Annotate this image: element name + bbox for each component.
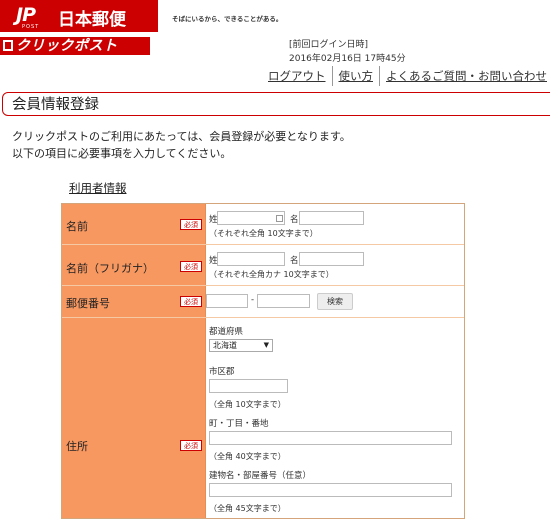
address-label-cell: 住所 必須 xyxy=(62,318,206,518)
building-label: 建物名・部屋番号（任意） xyxy=(209,471,312,481)
city-note: （全角 10文字まで） xyxy=(209,400,286,409)
clickpost-icon xyxy=(3,40,13,51)
last-login: [前回ログイン日時] 2016年02月16日 17時45分 xyxy=(289,38,406,66)
intro-text: クリックポストのご利用にあたっては、会員登録が必要となります。 以下の項目に必要… xyxy=(12,128,351,162)
intro-line-2: 以下の項目に必要事項を入力してください。 xyxy=(12,147,232,160)
postal-fields: - 検索 xyxy=(206,286,464,317)
name-note: （それぞれ全角 10文字まで） xyxy=(209,229,318,238)
postal-code-part2[interactable] xyxy=(257,294,310,308)
required-badge: 必須 xyxy=(180,296,202,307)
clickpost-logo[interactable]: クリックポスト xyxy=(0,37,150,55)
brand-name: 日本郵便 xyxy=(58,10,126,30)
town-label: 町・丁目・番地 xyxy=(209,419,269,429)
chevron-down-icon: ▼ xyxy=(263,341,269,349)
intro-line-1: クリックポストのご利用にあたっては、会員登録が必要となります。 xyxy=(12,130,351,143)
building-input[interactable] xyxy=(209,483,452,497)
last-login-value: 2016年02月16日 17時45分 xyxy=(289,54,406,64)
name-fields: 姓 名 （それぞれ全角 10文字まで） xyxy=(206,204,464,244)
name-mei-input[interactable] xyxy=(299,211,364,225)
postal-search-button[interactable]: 検索 xyxy=(317,293,353,310)
page-title: 会員情報登録 xyxy=(12,97,99,113)
town-note: （全角 40文字まで） xyxy=(209,452,286,461)
building-note: （全角 45文字まで） xyxy=(209,504,286,513)
mei-label: 名 xyxy=(290,215,299,225)
address-label: 住所 xyxy=(66,440,88,453)
address-fields: 都道府県 北海道 ▼ 市区郡 （全角 10文字まで） 町・丁目・番地 （全角 4… xyxy=(206,318,464,518)
postal-separator: - xyxy=(251,295,255,305)
name-label: 名前 xyxy=(66,220,88,233)
required-badge: 必須 xyxy=(180,261,202,272)
top-nav: ログアウト 使い方 よくあるご質問・お問い合わせ xyxy=(268,66,550,86)
registration-form: 名前 必須 姓 名 （それぞれ全角 10文字まで） 名前（フリガナ） 必須 姓 … xyxy=(61,203,465,519)
faq-link[interactable]: よくあるご質問・お問い合わせ xyxy=(379,66,550,86)
howto-link[interactable]: 使い方 xyxy=(331,66,380,86)
tagline: そばにいるから、できることがある。 xyxy=(172,15,283,23)
jp-post-text: POST xyxy=(22,24,40,30)
page-title-box: 会員情報登録 xyxy=(2,92,550,116)
postal-row: 郵便番号 必須 - 検索 xyxy=(62,286,464,318)
city-input[interactable] xyxy=(209,379,288,393)
city-label: 市区郡 xyxy=(209,367,235,377)
kana-label: 名前（フリガナ） xyxy=(66,262,154,275)
kana-sei-input[interactable] xyxy=(217,252,285,266)
postal-label-cell: 郵便番号 必須 xyxy=(62,286,206,317)
kana-mei-input[interactable] xyxy=(299,252,364,266)
name-sei-input[interactable] xyxy=(217,211,285,225)
input-helper-icon xyxy=(276,215,283,222)
required-badge: 必須 xyxy=(180,219,202,230)
prefecture-value: 北海道 xyxy=(213,341,237,350)
prefecture-select[interactable]: 北海道 ▼ xyxy=(209,339,273,352)
kana-mei-label: 名 xyxy=(290,256,299,266)
required-badge: 必須 xyxy=(180,440,202,451)
last-login-label: [前回ログイン日時] xyxy=(289,40,369,50)
section-title: 利用者情報 xyxy=(69,181,127,195)
clickpost-logo-text: クリックポスト xyxy=(16,38,118,54)
kana-label-cell: 名前（フリガナ） 必須 xyxy=(62,245,206,285)
kana-row: 名前（フリガナ） 必須 姓 名 （それぞれ全角カナ 10文字まで） xyxy=(62,245,464,286)
logout-link[interactable]: ログアウト xyxy=(268,66,332,86)
postal-code-part1[interactable] xyxy=(206,294,248,308)
kana-note: （それぞれ全角カナ 10文字まで） xyxy=(209,270,334,279)
jp-mark: JP xyxy=(16,4,36,26)
kana-fields: 姓 名 （それぞれ全角カナ 10文字まで） xyxy=(206,245,464,285)
name-label-cell: 名前 必須 xyxy=(62,204,206,244)
postal-label: 郵便番号 xyxy=(66,297,110,310)
town-input[interactable] xyxy=(209,431,452,445)
japan-post-logo[interactable]: JP POST 日本郵便 xyxy=(0,0,158,32)
address-row: 住所 必須 都道府県 北海道 ▼ 市区郡 （全角 10文字まで） 町・丁目・番地… xyxy=(62,318,464,518)
prefecture-label: 都道府県 xyxy=(209,327,244,337)
name-row: 名前 必須 姓 名 （それぞれ全角 10文字まで） xyxy=(62,204,464,245)
